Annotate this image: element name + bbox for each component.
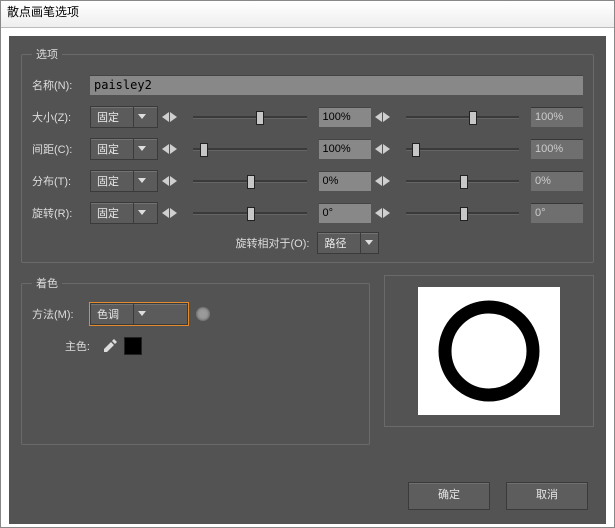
name-row: 名称(N): <box>32 72 583 98</box>
spacing-value-2 <box>531 139 583 159</box>
chevron-down-icon <box>133 171 150 191</box>
tip-icon[interactable] <box>196 307 210 321</box>
method-label: 方法(M): <box>32 306 90 322</box>
key-row: 主色: <box>32 333 359 359</box>
spacing-arrow-2 <box>375 144 390 154</box>
chevron-down-icon <box>133 203 150 223</box>
size-arrow-1 <box>162 112 177 122</box>
rotation-slider-2 <box>400 206 526 220</box>
chevron-down-icon <box>133 107 150 127</box>
key-color-swatch[interactable] <box>124 337 142 355</box>
size-mode-value: 固定 <box>91 109 133 125</box>
size-arrow-2 <box>375 112 390 122</box>
cancel-button[interactable]: 取消 <box>506 482 588 510</box>
method-value: 色调 <box>91 306 133 322</box>
size-slider-2 <box>400 110 526 124</box>
spacing-arrow-1 <box>162 144 177 154</box>
spacing-slider-2 <box>400 142 526 156</box>
options-group: 选项 名称(N): 大小(Z): 固定 <box>21 46 594 263</box>
options-legend: 选项 <box>32 46 62 62</box>
chevron-down-icon <box>360 233 377 253</box>
key-label: 主色: <box>32 338 96 354</box>
color-legend: 着色 <box>32 275 62 291</box>
spacing-row: 间距(C): 固定 <box>32 136 583 162</box>
name-label: 名称(N): <box>32 77 90 93</box>
scatter-slider-1[interactable] <box>187 174 313 188</box>
size-row: 大小(Z): 固定 <box>32 104 583 130</box>
rotation-relative-dropdown[interactable]: 路径 <box>317 232 379 254</box>
rotation-label: 旋转(R): <box>32 205 90 221</box>
rotation-relative-label: 旋转相对于(O): <box>236 235 310 251</box>
spacing-value-1[interactable] <box>319 139 371 159</box>
scatter-arrow-2 <box>375 176 390 186</box>
scatter-value-2 <box>531 171 583 191</box>
scatter-label: 分布(T): <box>32 173 90 189</box>
name-input[interactable] <box>90 75 583 95</box>
spacing-mode-dropdown[interactable]: 固定 <box>90 138 158 160</box>
rotation-value-1[interactable] <box>319 203 371 223</box>
size-label: 大小(Z): <box>32 109 90 125</box>
panel: 选项 名称(N): 大小(Z): 固定 <box>9 36 606 524</box>
preview-box <box>384 275 594 427</box>
rotation-mode-dropdown[interactable]: 固定 <box>90 202 158 224</box>
size-value-1[interactable] <box>319 107 371 127</box>
rotation-slider-1[interactable] <box>187 206 313 220</box>
spacing-mode-value: 固定 <box>91 141 133 157</box>
size-mode-dropdown[interactable]: 固定 <box>90 106 158 128</box>
rotation-relative-value: 路径 <box>318 235 360 251</box>
dialog-window: 散点画笔选项 选项 名称(N): 大小(Z): 固定 <box>0 0 615 528</box>
chevron-down-icon <box>133 139 150 159</box>
lower-area: 着色 方法(M): 色调 主色: <box>21 275 594 457</box>
scatter-slider-2 <box>400 174 526 188</box>
spacing-label: 间距(C): <box>32 141 90 157</box>
scatter-mode-value: 固定 <box>91 173 133 189</box>
color-group: 着色 方法(M): 色调 主色: <box>21 275 370 445</box>
dialog-buttons: 确定 取消 <box>408 482 588 510</box>
ok-button[interactable]: 确定 <box>408 482 490 510</box>
eyedropper-icon[interactable] <box>102 338 118 354</box>
rotation-value-2 <box>531 203 583 223</box>
spacing-slider-1[interactable] <box>187 142 313 156</box>
rotation-arrow-1 <box>162 208 177 218</box>
chevron-down-icon <box>133 304 150 324</box>
method-dropdown[interactable]: 色调 <box>90 303 188 325</box>
rotation-arrow-2 <box>375 208 390 218</box>
size-slider-1[interactable] <box>187 110 313 124</box>
scatter-row: 分布(T): 固定 <box>32 168 583 194</box>
size-value-2 <box>531 107 583 127</box>
scatter-arrow-1 <box>162 176 177 186</box>
rotation-relative-row: 旋转相对于(O): 路径 <box>32 232 583 254</box>
method-row: 方法(M): 色调 <box>32 301 359 327</box>
scatter-value-1[interactable] <box>319 171 371 191</box>
rotation-mode-value: 固定 <box>91 205 133 221</box>
titlebar: 散点画笔选项 <box>1 1 614 28</box>
preview-ring-icon <box>434 296 544 406</box>
scatter-mode-dropdown[interactable]: 固定 <box>90 170 158 192</box>
window-title: 散点画笔选项 <box>7 5 79 19</box>
preview-swatch <box>418 287 560 415</box>
rotation-row: 旋转(R): 固定 <box>32 200 583 226</box>
